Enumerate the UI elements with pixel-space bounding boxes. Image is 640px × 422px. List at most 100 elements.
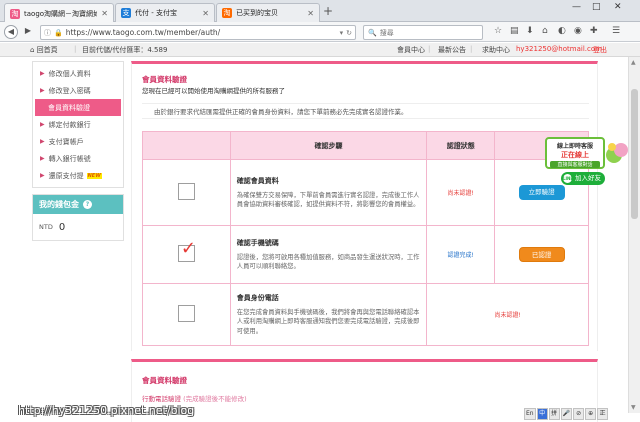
step-check-cell xyxy=(142,283,231,346)
ime-english-button[interactable]: En xyxy=(524,408,536,420)
chat-line2: 正在線上 xyxy=(561,151,589,159)
tab-label: 已买到的宝贝 xyxy=(236,9,278,17)
sidebar-item-alipay-account[interactable]: ▶ 支付寶帳戶 xyxy=(33,133,123,150)
scroll-down-icon[interactable]: ▼ xyxy=(631,404,636,411)
close-window-button[interactable]: ✕ xyxy=(614,2,622,12)
close-icon[interactable]: ✕ xyxy=(307,9,314,18)
step-check-cell xyxy=(142,159,231,226)
url-bar[interactable]: ⓘ 🔒 https://www.taogo.com.tw/member/auth… xyxy=(40,25,356,40)
wallet-title: 我的錢包金 xyxy=(39,200,79,209)
step-title: 確認會員資料 xyxy=(236,176,279,185)
microphone-icon[interactable]: 🎤 xyxy=(560,408,573,420)
arrow-icon: ▶ xyxy=(40,172,45,179)
step-description: 為確保雙方交易保障，下單前會員需進行實名認證，完成後工作人員會協助資料審核確認，… xyxy=(236,191,420,209)
news-link[interactable]: 最新公告 xyxy=(438,45,466,55)
pocket-icon[interactable]: ◐ xyxy=(558,26,566,36)
reading-list-icon[interactable]: ▤ xyxy=(510,26,519,36)
divider: | xyxy=(74,45,77,53)
bookmark-star-icon[interactable]: ☆ xyxy=(494,26,502,36)
home-icon[interactable]: ⌂ xyxy=(542,26,548,36)
new-badge: NEW xyxy=(86,172,102,179)
step-status-cell: 尚未認證! xyxy=(426,283,589,346)
dropdown-icon[interactable]: ▾ xyxy=(340,29,344,37)
step-title: 會員身份電話 xyxy=(236,293,279,302)
live-chat-bubble[interactable]: 線上即時客服 正在線上 直接與客服對話 xyxy=(545,137,605,169)
info-icon[interactable]: ⓘ xyxy=(44,28,51,38)
minimize-button[interactable]: — xyxy=(572,2,581,12)
alipay-favicon-icon: 支 xyxy=(121,8,131,18)
sync-icon[interactable]: ◉ xyxy=(574,26,582,36)
new-tab-button[interactable]: + xyxy=(323,4,333,18)
sidebar-item-label: 轉入銀行帳號 xyxy=(48,154,91,163)
page-scrollbar[interactable]: ▲ ▼ xyxy=(628,57,640,413)
member-menu: ▶ 修改個人資料 ▶ 修改登入密碼 會員資料驗證 ▶ 綁定付款銀行 ▶ 支付寶帳戶 ▶ 轉… xyxy=(32,61,124,188)
sidebar-item-change-password[interactable]: ▶ 修改登入密碼 xyxy=(33,82,123,99)
forward-icon[interactable]: ▶ xyxy=(21,25,35,39)
table-row: 確認會員資料 為確保雙方交易保障，下單前會員需進行實名認證，完成後工作人員會協助… xyxy=(142,159,589,226)
table-header xyxy=(142,131,231,160)
home-link-label: 回首頁 xyxy=(36,46,58,54)
step-desc-cell: 會員身份電話 在您完成會員資料與手機號碼後，我們將會再與您電話聯絡確認本人或利用… xyxy=(229,283,428,346)
search-bar[interactable]: 🔍 xyxy=(363,25,483,40)
step-checkbox: ✓ xyxy=(177,240,196,262)
ime-option-button[interactable]: ⊘ xyxy=(573,408,585,420)
sidebar-item-label: 修改個人資料 xyxy=(48,69,91,78)
home-link[interactable]: ⌂ 回首頁 xyxy=(30,45,58,55)
maximize-button[interactable]: □ xyxy=(592,2,601,12)
section-title: 會員資料驗證 xyxy=(142,376,187,385)
step-status-cell: 尚未認證! xyxy=(426,159,496,226)
close-icon[interactable]: ✕ xyxy=(202,9,209,18)
sidebar-item-label: 會員資料驗證 xyxy=(48,103,90,112)
search-input[interactable] xyxy=(379,28,475,37)
step-checkbox xyxy=(177,183,195,200)
sidebar-item-restore[interactable]: ▶ 還原支付提 NEW xyxy=(33,167,123,184)
verification-panel: 會員資料驗證 您現在已經可以開始使用淘購網提供的所有服務了 由於銀行要求代結匯需… xyxy=(131,61,598,351)
ime-traditional-button[interactable]: 正 xyxy=(597,408,609,420)
sidebar-item-edit-profile[interactable]: ▶ 修改個人資料 xyxy=(33,65,123,82)
sidebar-item-label: 修改登入密碼 xyxy=(48,86,91,95)
member-center-link[interactable]: 會員中心 xyxy=(397,45,425,55)
extension-icon[interactable]: ✚ xyxy=(590,26,598,36)
logout-link[interactable]: 登出 xyxy=(593,45,607,55)
arrow-icon: ▶ xyxy=(40,70,45,77)
live-chat-widget[interactable]: 線上即時客服 正在線上 直接與客服對話 LINE 加入好友 xyxy=(545,137,629,189)
back-icon[interactable]: ◀ xyxy=(4,25,18,39)
help-icon[interactable]: ? xyxy=(83,200,92,209)
url-text[interactable]: https://www.taogo.com.tw/member/auth/ xyxy=(66,28,337,37)
sidebar-item-verification[interactable]: 會員資料驗證 xyxy=(35,99,121,116)
chat-bubbles-icon xyxy=(606,143,628,163)
sidebar-item-label: 支付寶帳戶 xyxy=(48,137,84,146)
download-icon[interactable]: ⬇ xyxy=(526,26,534,36)
verified-button[interactable]: 已認證 xyxy=(518,247,565,262)
ime-settings-button[interactable]: ⊕ xyxy=(585,408,597,420)
arrow-icon: ▶ xyxy=(40,87,45,94)
help-center-link[interactable]: 求助中心 xyxy=(482,45,510,55)
close-icon[interactable]: ✕ xyxy=(101,9,108,18)
scrollbar-thumb[interactable] xyxy=(631,89,638,219)
menu-icon[interactable]: ☰ xyxy=(612,26,620,36)
tab-taobao[interactable]: 淘 已买到的宝贝 ✕ xyxy=(216,3,320,22)
arrow-icon: ▶ xyxy=(40,121,45,128)
reload-icon[interactable]: ↻ xyxy=(346,29,352,37)
wallet-amount: 0 xyxy=(58,221,66,233)
phone-label: 行動電話驗證 xyxy=(142,395,181,403)
sidebar-item-bind-bank[interactable]: ▶ 綁定付款銀行 xyxy=(33,116,123,133)
arrow-icon: ▶ xyxy=(40,155,45,162)
tab-taogo[interactable]: 淘 taogo淘購網－淘寶網如何購 ✕ xyxy=(4,3,114,23)
sidebar-item-bank-account[interactable]: ▶ 轉入銀行帳號 xyxy=(33,150,123,167)
taobao-favicon-icon: 淘 xyxy=(222,8,232,18)
taogo-favicon-icon: 淘 xyxy=(10,8,20,19)
ime-chinese-button[interactable]: 中 xyxy=(536,408,548,420)
user-email[interactable]: hy321250@hotmail.com xyxy=(516,45,602,53)
step-desc-cell: 確認手機號碼 認證後，您將可啟用各種加值服務，如商品發生運送狀況時，工作人員可以… xyxy=(229,225,428,284)
scroll-up-icon[interactable]: ▲ xyxy=(631,59,636,66)
add-friend-button[interactable]: LINE 加入好友 xyxy=(561,172,605,185)
lock-icon: 🔒 xyxy=(54,28,63,37)
phone-verification-label: 行動電話驗證 (完成驗證後不能修改) xyxy=(142,393,247,403)
ime-toolbar: En 中 拼 🎤 ⊘ ⊕ 正 xyxy=(524,408,609,420)
status-text: 尚未認證! xyxy=(447,190,474,197)
tab-alipay[interactable]: 支 代付 - 支付宝 ✕ xyxy=(115,3,215,22)
sidebar-item-label: 綁定付款銀行 xyxy=(48,120,91,129)
page-content: ▶ 修改個人資料 ▶ 修改登入密碼 會員資料驗證 ▶ 綁定付款銀行 ▶ 支付寶帳戶 ▶ 轉… xyxy=(0,57,628,422)
ime-pinyin-button[interactable]: 拼 xyxy=(548,408,560,420)
